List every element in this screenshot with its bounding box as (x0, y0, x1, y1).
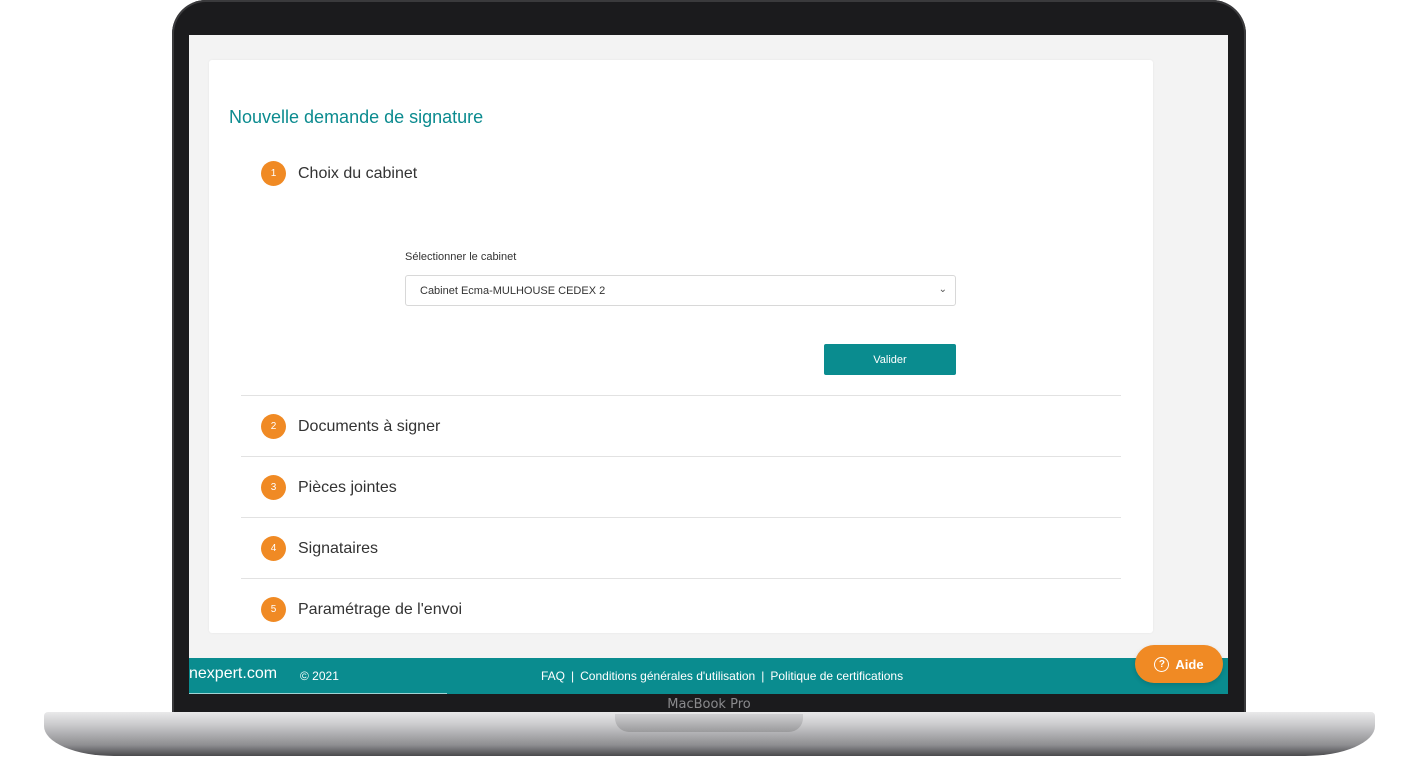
step-5-header[interactable]: 5 Paramétrage de l'envoi (261, 579, 1141, 640)
step-number-badge: 1 (261, 161, 286, 186)
step-number-badge: 2 (261, 414, 286, 439)
help-label: Aide (1175, 656, 1204, 672)
chevron-down-icon: ⌄ (938, 284, 947, 295)
step-title: Paramétrage de l'envoi (298, 600, 463, 618)
step-number-badge: 3 (261, 475, 286, 500)
step-number-badge: 5 (261, 597, 286, 622)
footer: nexpert.com © 2021 FAQ | Conditions géné… (189, 658, 1228, 694)
certification-policy-link[interactable]: Politique de certifications (770, 669, 903, 683)
cabinet-selected-value: Cabinet Ecma-MULHOUSE CEDEX 2 (420, 284, 606, 297)
step-4-header[interactable]: 4 Signataires (261, 518, 1141, 579)
step-title: Pièces jointes (298, 478, 397, 496)
step-2-header[interactable]: 2 Documents à signer (261, 396, 1141, 457)
footer-copyright: © 2021 (300, 669, 339, 683)
laptop-notch (615, 714, 803, 732)
cabinet-select-label: Sélectionner le cabinet (405, 251, 517, 263)
faq-link[interactable]: FAQ (541, 669, 565, 683)
page-title: Nouvelle demande de signature (229, 107, 484, 127)
step-3-header[interactable]: 3 Pièces jointes (261, 457, 1141, 518)
cabinet-select[interactable]: Cabinet Ecma-MULHOUSE CEDEX 2 ⌄ (405, 275, 956, 306)
step-title: Choix du cabinet (298, 164, 418, 182)
footer-links: FAQ | Conditions générales d'utilisation… (541, 669, 903, 683)
help-button[interactable]: ? Aide (1135, 645, 1223, 683)
footer-separator: | (571, 669, 575, 683)
validate-button[interactable]: Valider (824, 344, 956, 375)
screen: Nouvelle demande de signature 1 Choix du… (189, 35, 1228, 694)
signature-request-card: Nouvelle demande de signature 1 Choix du… (209, 60, 1153, 633)
step-title: Documents à signer (298, 417, 441, 435)
step-title: Signataires (298, 539, 379, 557)
question-mark-icon: ? (1154, 656, 1170, 672)
step-1-header[interactable]: 1 Choix du cabinet (261, 143, 1141, 204)
footer-underline (189, 693, 447, 694)
terms-link[interactable]: Conditions générales d'utilisation (580, 669, 755, 683)
footer-logo[interactable]: nexpert.com (189, 665, 277, 683)
footer-separator: | (761, 669, 765, 683)
device-brand-label: MacBook Pro (667, 697, 751, 712)
step-number-badge: 4 (261, 536, 286, 561)
